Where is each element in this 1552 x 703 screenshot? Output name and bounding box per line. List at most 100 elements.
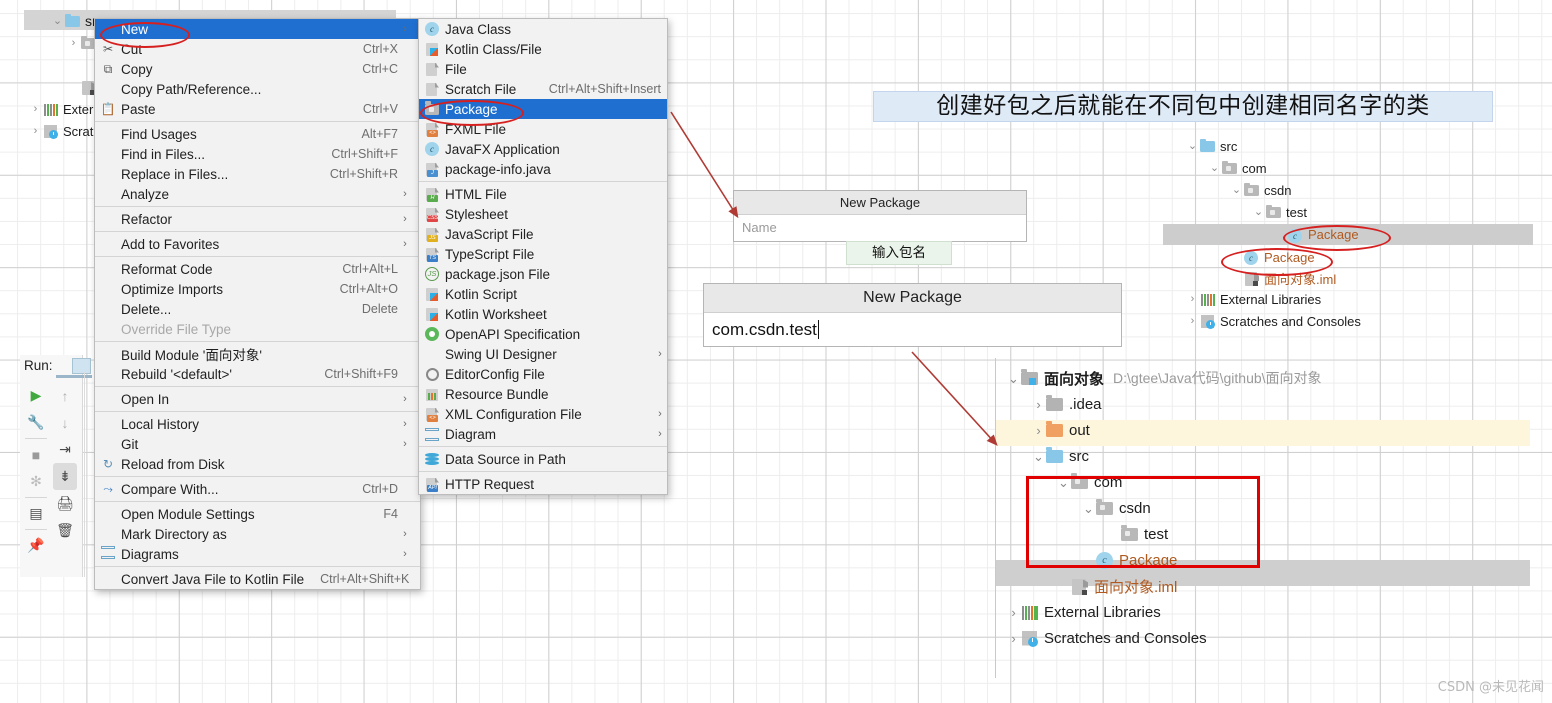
pin-icon[interactable]: 📌	[24, 532, 48, 559]
submenu-item-swing-ui-designer[interactable]: Swing UI Designer ›	[419, 344, 667, 364]
tree-row[interactable]: ⌄ csdn	[1185, 179, 1545, 201]
menu-item-delete[interactable]: Delete... Delete	[95, 299, 420, 319]
menu-item-git[interactable]: Git ›	[95, 434, 420, 454]
chevron-down-icon[interactable]: ⌄	[1251, 206, 1266, 218]
tree-row[interactable]: ⌄ test	[1185, 201, 1545, 223]
menu-item-replace-in-files[interactable]: Replace in Files... Ctrl+Shift+R	[95, 164, 420, 184]
submenu-item-typescript-file[interactable]: TS TypeScript File	[419, 244, 667, 264]
tree-row[interactable]: › 面向对象.iml	[1006, 573, 1551, 599]
package-name-input-filled[interactable]: com.csdn.test	[704, 313, 1121, 346]
run-icon[interactable]: ▶	[24, 382, 48, 409]
top-right-project-tree[interactable]: ⌄ src ⌄ com ⌄ csdn ⌄ test	[1185, 135, 1545, 223]
print-icon[interactable]: 🖨	[53, 490, 77, 517]
chevron-right-icon[interactable]: ›	[1006, 606, 1021, 619]
submenu-item-java-class[interactable]: c Java Class	[419, 19, 667, 39]
submenu-item-file[interactable]: File	[419, 59, 667, 79]
down-arrow-icon[interactable]: ↓	[53, 409, 77, 436]
submenu-item-scratch-file[interactable]: Scratch File Ctrl+Alt+Shift+Insert	[419, 79, 667, 99]
tree-row[interactable]: › out	[1006, 417, 1551, 443]
scroll-end-icon[interactable]: ⇟	[53, 463, 77, 490]
package-name-input[interactable]: Name	[734, 215, 1026, 241]
stop-icon[interactable]: ■	[24, 441, 48, 468]
bottom-right-tree-panel-border	[995, 358, 996, 678]
chevron-right-icon[interactable]: ›	[1185, 293, 1200, 305]
chevron-right-icon[interactable]: ›	[1185, 315, 1200, 327]
menu-item-build-module[interactable]: Build Module '面向对象'	[95, 344, 420, 364]
menu-item-refactor[interactable]: Refactor ›	[95, 209, 420, 229]
new-submenu[interactable]: c Java Class Kotlin Class/File File Scra…	[418, 18, 668, 495]
chevron-down-icon[interactable]: ⌄	[1185, 140, 1200, 152]
submenu-item-javascript-file[interactable]: JS JavaScript File	[419, 224, 667, 244]
tree-row[interactable]: ⌄ com	[1185, 157, 1545, 179]
menu-item-copy[interactable]: ⧉ Copy Ctrl+C	[95, 59, 420, 79]
menu-item-find-in-files[interactable]: Find in Files... Ctrl+Shift+F	[95, 144, 420, 164]
chevron-right-icon[interactable]: ›	[1031, 398, 1046, 411]
submenu-item-resource-bundle[interactable]: Resource Bundle	[419, 384, 667, 404]
annotation-oval-package-class-top	[1283, 225, 1391, 251]
menu-item-rebuild[interactable]: Rebuild '<default>' Ctrl+Shift+F9	[95, 364, 420, 384]
menu-item-analyze[interactable]: Analyze ›	[95, 184, 420, 204]
context-menu[interactable]: New › ✂ Cut Ctrl+X ⧉ Copy Ctrl+C Copy Pa…	[94, 18, 421, 590]
menu-item-reload-from-disk[interactable]: ↻ Reload from Disk	[95, 454, 420, 474]
new-package-dialog-filled[interactable]: New Package com.csdn.test	[703, 283, 1122, 347]
run-toolbar-right[interactable]: ↑ ↓ ⇥ ⇟ 🖨 🗑	[53, 382, 77, 544]
soft-wrap-icon[interactable]: ⇥	[53, 436, 77, 463]
chevron-right-icon[interactable]: ›	[66, 37, 81, 49]
submenu-item-xml-configuration-file[interactable]: <> XML Configuration File ›	[419, 404, 667, 424]
trash-icon[interactable]: 🗑	[53, 517, 77, 544]
menu-item-mark-directory-as[interactable]: Mark Directory as ›	[95, 524, 420, 544]
chevron-down-icon[interactable]: ⌄	[1031, 450, 1046, 463]
tree-row[interactable]: ⌄ src	[1006, 443, 1551, 469]
menu-item-paste[interactable]: 📋 Paste Ctrl+V	[95, 99, 420, 119]
run-toolbar-left[interactable]: ▶ 🔧 ■ ✻ ▤ 📌	[24, 382, 48, 559]
menu-item-copy-path[interactable]: Copy Path/Reference...	[95, 79, 420, 99]
menu-item-open-in[interactable]: Open In ›	[95, 389, 420, 409]
chevron-right-icon[interactable]: ›	[1006, 632, 1021, 645]
submenu-item-html-file[interactable]: H HTML File	[419, 184, 667, 204]
submenu-item-editorconfig-file[interactable]: EditorConfig File	[419, 364, 667, 384]
chevron-down-icon[interactable]: ⌄	[50, 15, 65, 27]
kotlin-worksheet-icon	[419, 307, 445, 322]
tree-row[interactable]: › External Libraries	[1185, 288, 1545, 310]
menu-item-find-usages[interactable]: Find Usages Alt+F7	[95, 124, 420, 144]
submenu-item-openapi-specification[interactable]: OpenAPI Specification	[419, 324, 667, 344]
menu-item-diagrams[interactable]: Diagrams ›	[95, 544, 420, 564]
new-package-dialog-empty[interactable]: New Package Name	[733, 190, 1027, 242]
chevron-right-icon[interactable]: ›	[28, 103, 43, 115]
submenu-item-javafx-application[interactable]: c JavaFX Application	[419, 139, 667, 159]
tree-row-module[interactable]: ⌄ 面向对象 D:\gtee\Java代码\github\面向对象	[1006, 365, 1551, 391]
tree-row[interactable]: › External Libraries	[1006, 599, 1551, 625]
chevron-down-icon[interactable]: ⌄	[1207, 162, 1222, 174]
submenu-item-diagram[interactable]: Diagram ›	[419, 424, 667, 444]
tree-row[interactable]: › .idea	[1006, 391, 1551, 417]
submenu-item-kotlin-script[interactable]: Kotlin Script	[419, 284, 667, 304]
submenu-item-package-json-file[interactable]: JS package.json File	[419, 264, 667, 284]
submenu-item-stylesheet[interactable]: CSS Stylesheet	[419, 204, 667, 224]
submenu-item-package-info-java[interactable]: J package-info.java	[419, 159, 667, 179]
tree-row[interactable]: › Scratches and Consoles	[1185, 310, 1545, 332]
run-window-icon[interactable]	[72, 358, 91, 374]
chevron-down-icon[interactable]: ⌄	[1006, 372, 1021, 385]
chevron-right-icon[interactable]: ›	[28, 125, 43, 137]
menu-item-optimize-imports[interactable]: Optimize Imports Ctrl+Alt+O	[95, 279, 420, 299]
menu-item-label: Compare With...	[121, 481, 219, 497]
tree-row[interactable]: ⌄ src	[1185, 135, 1545, 157]
menu-item-local-history[interactable]: Local History ›	[95, 414, 420, 434]
chevron-down-icon[interactable]: ⌄	[1229, 184, 1244, 196]
submenu-item-kotlin-worksheet[interactable]: Kotlin Worksheet	[419, 304, 667, 324]
submenu-item-kotlin-class-file[interactable]: Kotlin Class/File	[419, 39, 667, 59]
menu-item-label: Paste	[121, 101, 156, 117]
debug-icon[interactable]: ✻	[24, 468, 48, 495]
menu-item-add-to-favorites[interactable]: Add to Favorites ›	[95, 234, 420, 254]
layout-icon[interactable]: ▤	[24, 500, 48, 527]
chevron-right-icon[interactable]: ›	[1031, 424, 1046, 437]
menu-item-convert-java-to-kotlin[interactable]: Convert Java File to Kotlin File Ctrl+Al…	[95, 569, 420, 589]
submenu-item-data-source-in-path[interactable]: Data Source in Path	[419, 449, 667, 469]
up-arrow-icon[interactable]: ↑	[53, 382, 77, 409]
menu-item-open-module-settings[interactable]: Open Module Settings F4	[95, 504, 420, 524]
tree-row[interactable]: › Scratches and Consoles	[1006, 625, 1551, 651]
menu-item-reformat-code[interactable]: Reformat Code Ctrl+Alt+L	[95, 259, 420, 279]
wrench-icon[interactable]: 🔧	[24, 409, 48, 436]
menu-item-compare-with[interactable]: ⤳ Compare With... Ctrl+D	[95, 479, 420, 499]
submenu-item-http-request[interactable]: API HTTP Request	[419, 474, 667, 494]
